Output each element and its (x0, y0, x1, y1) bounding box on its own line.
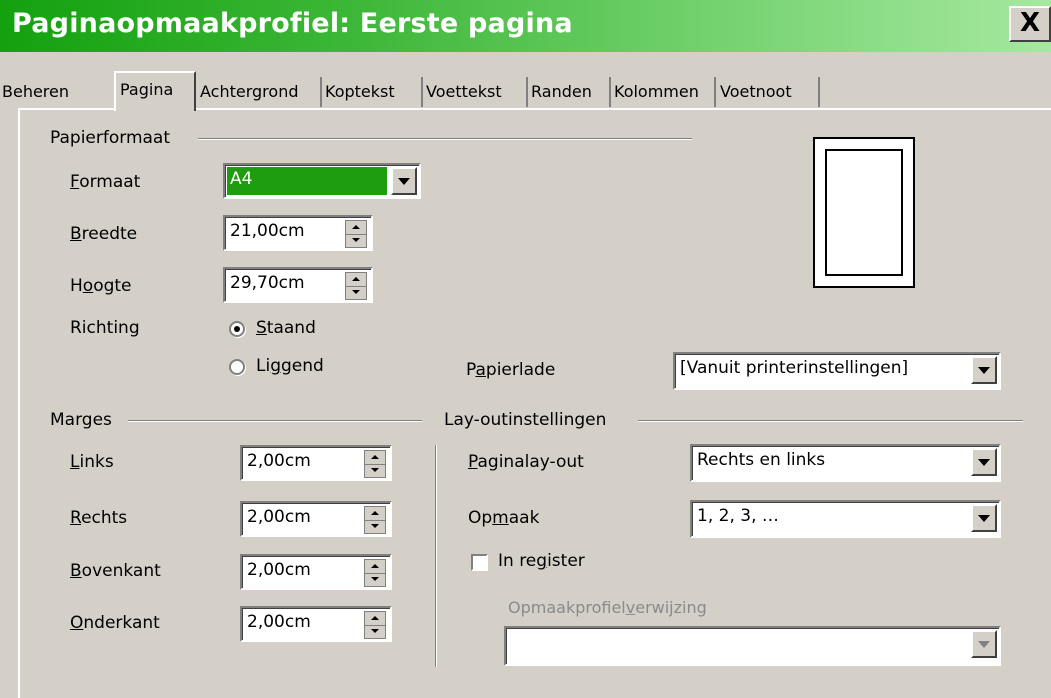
margins-section-label: Marges (50, 410, 112, 430)
portrait-label[interactable]: Staand (256, 318, 316, 338)
landscape-label[interactable]: Liggend (256, 356, 324, 376)
reference-dropdown-button[interactable] (971, 630, 997, 658)
reference-label: Opmaakprofielverwijzing (508, 598, 707, 617)
spin-down-icon[interactable] (365, 573, 385, 586)
numbering-format-value: 1, 2, 3, … (697, 506, 779, 526)
page-layout-label: Paginalay-out (468, 452, 584, 472)
dialog-title: Paginaopmaakprofiel: Eerste pagina (12, 8, 573, 39)
tab-beheren[interactable]: Beheren (0, 77, 116, 107)
paper-section-label: Papierformaat (50, 128, 171, 148)
register-checkbox[interactable] (471, 554, 488, 571)
spin-down-icon[interactable] (365, 625, 385, 638)
bottom-margin-label: Onderkant (70, 613, 160, 633)
margins-section-divider (128, 420, 422, 422)
spin-down-icon[interactable] (365, 520, 385, 533)
top-margin-value: 2,00cm (247, 560, 311, 580)
bottom-margin-spinbox[interactable]: 2,00cm (240, 606, 392, 642)
page-preview-margins (825, 149, 903, 276)
spin-down-icon[interactable] (346, 286, 366, 299)
height-value: 29,70cm (230, 273, 305, 293)
title-bar: Paginaopmaakprofiel: Eerste pagina X (0, 0, 1051, 52)
portrait-radio[interactable] (229, 321, 245, 337)
left-margin-spinbox[interactable]: 2,00cm (240, 445, 392, 481)
left-margin-spinner[interactable] (364, 450, 386, 478)
chevron-down-icon (978, 367, 990, 374)
spin-up-icon[interactable] (346, 221, 366, 235)
paper-section-divider (198, 138, 692, 140)
chevron-down-icon (978, 641, 990, 648)
chevron-down-icon (398, 178, 410, 185)
format-select[interactable]: A4 (223, 163, 421, 199)
spin-down-icon[interactable] (365, 464, 385, 477)
format-dropdown-button[interactable] (391, 167, 417, 195)
tab-achtergrond[interactable]: Achtergrond (198, 77, 322, 107)
numbering-format-dropdown-button[interactable] (971, 504, 997, 532)
page-layout-value: Rechts en links (697, 450, 826, 470)
top-margin-label: Bovenkant (70, 561, 161, 581)
layout-vertical-divider (435, 445, 437, 667)
chevron-down-icon (978, 515, 990, 522)
right-margin-spinbox[interactable]: 2,00cm (240, 501, 392, 537)
page-preview (813, 137, 915, 288)
left-margin-value: 2,00cm (247, 451, 311, 471)
tray-label: Papierlade (466, 360, 556, 380)
spin-up-icon[interactable] (365, 451, 385, 465)
close-icon: X (1019, 8, 1041, 38)
format-label: Formaat (70, 172, 141, 192)
spin-up-icon[interactable] (365, 612, 385, 626)
height-spinbox[interactable]: 29,70cm (223, 267, 373, 303)
layout-section-label: Lay-outinstellingen (444, 410, 607, 430)
tab-koptekst[interactable]: Koptekst (323, 77, 423, 107)
top-margin-spinbox[interactable]: 2,00cm (240, 554, 392, 590)
radio-selected-icon (234, 326, 240, 332)
spin-down-icon[interactable] (346, 234, 366, 247)
height-spinner[interactable] (345, 272, 367, 300)
tab-kolommen[interactable]: Kolommen (612, 77, 716, 107)
width-label: Breedte (70, 224, 138, 244)
close-button[interactable]: X (1009, 6, 1051, 42)
top-margin-spinner[interactable] (364, 559, 386, 587)
tab-randen[interactable]: Randen (529, 77, 611, 107)
layout-section-divider (638, 420, 1023, 422)
landscape-radio[interactable] (229, 359, 245, 375)
bottom-margin-spinner[interactable] (364, 611, 386, 639)
tray-dropdown-button[interactable] (971, 356, 997, 384)
numbering-format-select[interactable]: 1, 2, 3, … (690, 500, 1001, 538)
tab-voetnoot[interactable]: Voetnoot (718, 77, 820, 107)
bottom-margin-value: 2,00cm (247, 612, 311, 632)
format-value: A4 (230, 169, 253, 189)
numbering-format-label: Opmaak (468, 508, 540, 528)
tray-value: [Vanuit printerinstellingen] (680, 358, 909, 378)
left-margin-label: Links (70, 452, 114, 472)
width-spinbox[interactable]: 21,00cm (223, 215, 373, 251)
width-value: 21,00cm (230, 221, 305, 241)
register-label[interactable]: In register (498, 551, 585, 571)
tab-pagina[interactable]: Pagina (114, 71, 196, 111)
chevron-down-icon (978, 459, 990, 466)
reference-select[interactable] (504, 626, 1001, 666)
page-layout-select[interactable]: Rechts en links (690, 444, 1001, 482)
right-margin-spinner[interactable] (364, 506, 386, 534)
height-label: Hoogte (70, 276, 132, 296)
spin-up-icon[interactable] (365, 560, 385, 574)
right-margin-label: Rechts (70, 508, 128, 528)
orientation-label: Richting (70, 318, 140, 338)
tab-voettekst[interactable]: Voettekst (424, 77, 528, 107)
right-margin-value: 2,00cm (247, 507, 311, 527)
width-spinner[interactable] (345, 220, 367, 248)
spin-up-icon[interactable] (346, 273, 366, 287)
tray-select[interactable]: [Vanuit printerinstellingen] (673, 352, 1001, 390)
page-layout-dropdown-button[interactable] (971, 448, 997, 476)
spin-up-icon[interactable] (365, 507, 385, 521)
